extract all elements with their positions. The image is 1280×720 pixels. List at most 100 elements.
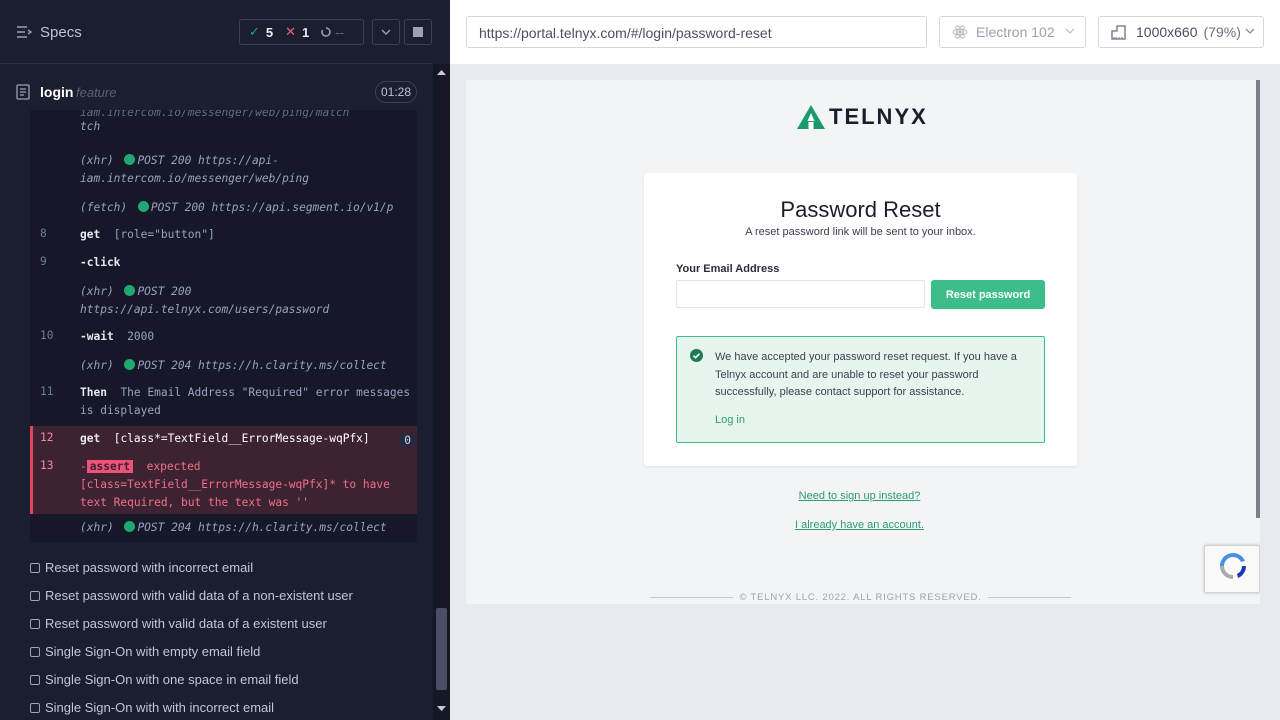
check-circle-icon bbox=[690, 349, 703, 362]
test-status-icon bbox=[30, 703, 40, 713]
command-row[interactable]: (xhr) POST 200 https://api-iam.intercom.… bbox=[30, 152, 417, 192]
viewport-size: 1000x660 bbox=[1136, 24, 1198, 40]
command-number: 8 bbox=[40, 227, 47, 240]
command-text: (fetch) POST 200 https://api.segment.io/… bbox=[80, 201, 394, 214]
command-number: 10 bbox=[40, 329, 54, 342]
runner-scrollbar[interactable] bbox=[433, 64, 450, 720]
command-text: get [class*=TextField__ErrorMessage-wqPf… bbox=[80, 432, 370, 445]
command-row[interactable]: (xhr) POST 204 https://h.clarity.ms/coll… bbox=[30, 519, 417, 539]
browser-selector[interactable]: Electron 102 bbox=[939, 16, 1086, 48]
specs-header: Specs ✓ 5 ✕ 1 -- bbox=[0, 0, 432, 64]
status-dot bbox=[124, 359, 136, 370]
status-dot bbox=[124, 521, 136, 532]
command-number: 13 bbox=[40, 459, 54, 472]
pending-icon bbox=[321, 27, 331, 37]
test-status-icon bbox=[30, 675, 40, 685]
page-subtitle: A reset password link will be sent to yo… bbox=[745, 226, 976, 238]
reset-password-button[interactable]: Reset password bbox=[931, 280, 1045, 309]
stop-button[interactable] bbox=[404, 19, 432, 45]
command-row[interactable]: (xhr) POST 204 https://h.clarity.ms/coll… bbox=[30, 357, 417, 377]
failed-count: ✕ 1 bbox=[285, 24, 310, 40]
spec-title-row: login feature 01:28 bbox=[0, 76, 432, 108]
spec-name: login bbox=[40, 84, 74, 100]
aut-toolbar: https://portal.telnyx.com/#/login/passwo… bbox=[450, 0, 1280, 64]
command-row[interactable]: (fetch) POST 200 https://api.segment.io/… bbox=[30, 199, 417, 219]
command-text: (xhr) POST 204 https://h.clarity.ms/coll… bbox=[80, 521, 387, 534]
command-text: -wait 2000 bbox=[80, 330, 155, 343]
scrollbar-thumb[interactable] bbox=[436, 608, 447, 690]
command-row[interactable]: 12 get [class*=TextField__ErrorMessage-w… bbox=[33, 430, 417, 450]
specs-title[interactable]: Specs bbox=[40, 24, 82, 41]
chevron-down-icon bbox=[1065, 28, 1075, 34]
scroll-down-icon[interactable] bbox=[437, 706, 446, 712]
email-input[interactable] bbox=[676, 280, 925, 308]
viewport-zoom: (79%) bbox=[1203, 24, 1241, 40]
command-row[interactable]: 9 -click bbox=[30, 254, 417, 274]
logo-text: TELNYX bbox=[829, 104, 928, 129]
command-text: (xhr) POST 200 https://api.telnyx.com/us… bbox=[80, 285, 330, 316]
password-reset-card: Password Reset A reset password link wil… bbox=[644, 173, 1077, 466]
failed-command-block[interactable]: 12 get [class*=TextField__ErrorMessage-w… bbox=[30, 426, 417, 514]
electron-icon bbox=[952, 25, 968, 39]
signup-link[interactable]: Need to sign up instead? bbox=[466, 490, 1253, 502]
command-text: Then The Email Address "Required" error … bbox=[80, 386, 411, 417]
command-row[interactable]: 11 Then The Email Address "Required" err… bbox=[30, 384, 417, 424]
viewport-selector[interactable]: 1000x660 (79%) bbox=[1098, 16, 1264, 48]
command-log: iam.intercom.io/messenger/web/ping/match… bbox=[30, 110, 417, 542]
passed-count: ✓ 5 bbox=[249, 24, 274, 40]
command-text: iam.intercom.io/messenger/web/ping/match… bbox=[80, 110, 350, 133]
have-account-link[interactable]: I already have an account. bbox=[466, 519, 1253, 531]
command-text: -click bbox=[80, 256, 121, 269]
url-bar[interactable]: https://portal.telnyx.com/#/login/passwo… bbox=[466, 16, 927, 48]
copyright: © TELNYX LLC. 2022. ALL RIGHTS RESERVED. bbox=[644, 592, 1077, 603]
app-preview: TELNYX Password Reset A reset password l… bbox=[466, 80, 1260, 604]
command-row[interactable]: iam.intercom.io/messenger/web/ping/match… bbox=[30, 110, 417, 142]
pending-count: -- bbox=[321, 25, 344, 40]
element-count-badge: 0 bbox=[400, 434, 415, 447]
browser-label: Electron 102 bbox=[976, 24, 1055, 40]
divider bbox=[987, 597, 1072, 598]
spec-extension: feature bbox=[76, 85, 117, 100]
test-status-icon bbox=[30, 563, 40, 573]
command-row[interactable]: 8 get [role="button"] bbox=[30, 226, 417, 246]
command-row[interactable]: 10 -wait 2000 bbox=[30, 328, 417, 348]
status-dot bbox=[124, 285, 136, 296]
success-alert: We have accepted your password reset req… bbox=[676, 336, 1045, 443]
recaptcha-badge[interactable] bbox=[1204, 545, 1260, 593]
chevron-down-icon bbox=[1245, 28, 1255, 34]
chevron-down-icon bbox=[381, 29, 391, 35]
page-title: Password Reset bbox=[780, 197, 941, 222]
command-text: (xhr) POST 204 https://h.clarity.ms/coll… bbox=[80, 359, 387, 372]
preview-scrollbar[interactable] bbox=[1256, 80, 1260, 518]
menu-icon[interactable] bbox=[17, 26, 32, 38]
test-status-icon bbox=[30, 647, 40, 657]
status-dot bbox=[124, 154, 136, 165]
stop-icon bbox=[413, 27, 423, 37]
telnyx-logo-icon bbox=[797, 105, 825, 129]
telnyx-logo[interactable]: TELNYX bbox=[796, 104, 928, 130]
command-number: 9 bbox=[40, 255, 47, 268]
status-dot bbox=[137, 201, 149, 212]
command-text: (xhr) POST 200 https://api-iam.intercom.… bbox=[80, 154, 310, 185]
alert-message: We have accepted your password reset req… bbox=[715, 351, 1017, 398]
divider bbox=[650, 597, 734, 598]
scroll-up-icon[interactable] bbox=[437, 69, 446, 75]
test-stats: ✓ 5 ✕ 1 -- bbox=[239, 19, 364, 45]
runner-panel: Specs ✓ 5 ✕ 1 -- login feature 01:28 iam.i… bbox=[0, 0, 450, 720]
ruler-icon bbox=[1111, 24, 1126, 40]
assertion-message: - assert expected [class=TextField__Error… bbox=[80, 460, 390, 509]
command-number: 11 bbox=[40, 385, 54, 398]
document-icon bbox=[16, 84, 30, 100]
assert-tag: assert bbox=[86, 460, 134, 473]
recaptcha-icon bbox=[1220, 553, 1246, 579]
test-status-icon bbox=[30, 591, 40, 601]
email-label: Your Email Address bbox=[676, 263, 780, 275]
command-row[interactable]: 13 - assert expected [class=TextField__Er… bbox=[33, 458, 417, 510]
command-text: get [role="button"] bbox=[80, 228, 215, 241]
collapse-all-button[interactable] bbox=[372, 19, 400, 45]
spec-duration: 01:28 bbox=[375, 81, 417, 103]
test-status-icon bbox=[30, 619, 40, 629]
command-number: 12 bbox=[40, 431, 54, 444]
command-row[interactable]: (xhr) POST 200 https://api.telnyx.com/us… bbox=[30, 283, 417, 323]
login-link[interactable]: Log in bbox=[715, 414, 745, 426]
